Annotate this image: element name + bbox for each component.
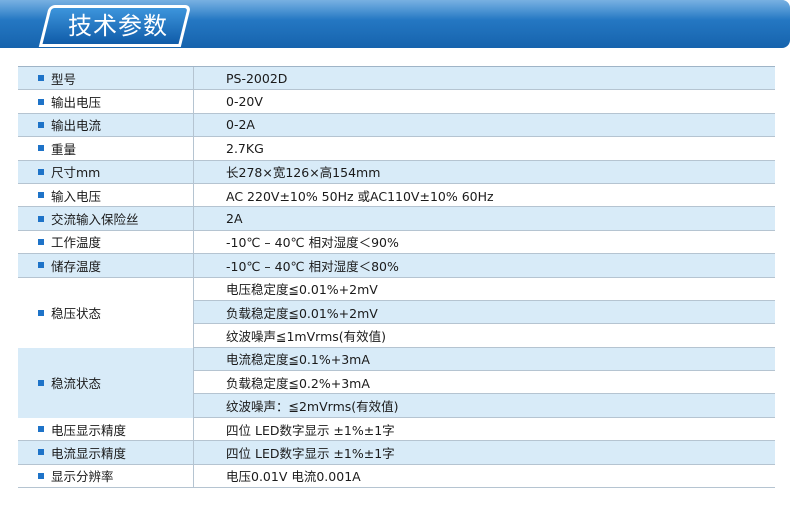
bullet-icon bbox=[38, 75, 44, 82]
bullet-icon bbox=[38, 168, 44, 175]
spec-label: 输入电压 bbox=[18, 183, 194, 207]
spec-row-size: 尺寸mm 长278×宽126×高154mm bbox=[18, 160, 775, 184]
spec-row-voltage-display-accuracy: 电压显示精度 四位 LED数字显示 ±1%±1字 bbox=[18, 417, 775, 442]
spec-label: 储存温度 bbox=[18, 254, 194, 277]
spec-value: 2A bbox=[226, 211, 243, 227]
group-label: 稳压状态 bbox=[18, 277, 194, 348]
spec-row-current-display-accuracy: 电流显示精度 四位 LED数字显示 ±1%±1字 bbox=[18, 441, 775, 465]
spec-label: 输出电流 bbox=[18, 113, 194, 137]
spec-value: 负载稳定度≦0.01%+2mV bbox=[226, 305, 378, 321]
spec-value: 0-20V bbox=[226, 94, 263, 110]
spec-label-text: 显示分辨率 bbox=[51, 469, 114, 485]
spec-label: 显示分辨率 bbox=[18, 464, 194, 488]
spec-label-text: 型号 bbox=[51, 71, 77, 87]
spec-value: -10℃ – 40℃ 相对湿度＜90% bbox=[226, 235, 399, 251]
spec-row-fuse: 交流输入保险丝 2A bbox=[18, 207, 775, 231]
spec-label-text: 交流输入保险丝 bbox=[51, 212, 139, 228]
spec-label: 电压显示精度 bbox=[18, 417, 194, 441]
spec-group-voltage-stability: 稳压状态 电压稳定度≦0.01%+2mV 负载稳定度≦0.01%+2mV 纹波噪… bbox=[18, 277, 775, 348]
spec-label-text: 输出电流 bbox=[51, 118, 102, 134]
spec-label: 交流输入保险丝 bbox=[18, 207, 194, 230]
spec-value: 2.7KG bbox=[226, 140, 264, 156]
bullet-icon bbox=[38, 98, 44, 105]
bullet-icon bbox=[38, 449, 44, 456]
spec-value: 电压0.01V 电流0.001A bbox=[226, 469, 361, 485]
spec-value: 四位 LED数字显示 ±1%±1字 bbox=[226, 445, 395, 461]
spec-row-operating-temp: 工作温度 -10℃ – 40℃ 相对湿度＜90% bbox=[18, 230, 775, 255]
spec-row-input-voltage: 输入电压 AC 220V±10% 50Hz 或AC110V±10% 60Hz bbox=[18, 183, 775, 208]
bullet-icon bbox=[38, 215, 44, 222]
bullet-icon bbox=[38, 192, 44, 199]
bullet-icon bbox=[38, 145, 44, 152]
bullet-icon bbox=[38, 426, 44, 433]
group-label: 稳流状态 bbox=[18, 347, 194, 418]
spec-label-text: 重量 bbox=[51, 141, 77, 157]
spec-table: 型号 PS-2002D 输出电压 0-20V 输出电流 0-2A 重量 2.7K… bbox=[18, 66, 775, 489]
spec-value: 0-2A bbox=[226, 117, 255, 133]
page-title: 技术参数 bbox=[68, 12, 168, 40]
spec-label-text: 电压显示精度 bbox=[51, 422, 127, 438]
spec-row-model: 型号 PS-2002D bbox=[18, 67, 775, 91]
spec-value: 四位 LED数字显示 ±1%±1字 bbox=[226, 422, 395, 438]
spec-value: -10℃ – 40℃ 相对湿度＜80% bbox=[226, 258, 399, 274]
spec-row-storage-temp: 储存温度 -10℃ – 40℃ 相对湿度＜80% bbox=[18, 254, 775, 278]
spec-value: 长278×宽126×高154mm bbox=[226, 165, 381, 181]
spec-value: PS-2002D bbox=[226, 70, 288, 86]
bullet-icon bbox=[38, 238, 44, 245]
spec-value: 电压稳定度≦0.01%+2mV bbox=[226, 282, 378, 298]
bullet-icon bbox=[38, 309, 44, 316]
spec-value: 纹波噪声：≦2mVrms(有效值) bbox=[226, 399, 399, 415]
spec-label: 输出电压 bbox=[18, 90, 194, 113]
spec-group-current-stability: 稳流状态 电流稳定度≦0.1%+3mA 负载稳定度≦0.2%+3mA 纹波噪声：… bbox=[18, 347, 775, 418]
bullet-icon bbox=[38, 472, 44, 479]
spec-label-text: 输出电压 bbox=[51, 95, 102, 111]
spec-label-text: 储存温度 bbox=[51, 258, 102, 274]
spec-row-display-resolution: 显示分辨率 电压0.01V 电流0.001A bbox=[18, 464, 775, 489]
spec-label: 型号 bbox=[18, 67, 194, 90]
bullet-icon bbox=[38, 379, 44, 386]
group-label-text: 稳流状态 bbox=[51, 376, 102, 392]
group-label-text: 稳压状态 bbox=[51, 306, 102, 322]
spec-value: 纹波噪声≦1mVrms(有效值) bbox=[226, 328, 387, 344]
spec-label-text: 电流显示精度 bbox=[51, 445, 127, 461]
spec-row-output-current: 输出电流 0-2A bbox=[18, 113, 775, 138]
spec-label: 重量 bbox=[18, 137, 194, 160]
spec-label: 电流显示精度 bbox=[18, 441, 194, 464]
spec-value: 负载稳定度≦0.2%+3mA bbox=[226, 375, 370, 391]
spec-label-text: 工作温度 bbox=[51, 235, 102, 251]
bullet-icon bbox=[38, 121, 44, 128]
spec-label: 尺寸mm bbox=[18, 160, 194, 183]
spec-value: 电流稳定度≦0.1%+3mA bbox=[226, 352, 370, 368]
spec-value: AC 220V±10% 50Hz 或AC110V±10% 60Hz bbox=[226, 188, 494, 204]
spec-row-output-voltage: 输出电压 0-20V bbox=[18, 90, 775, 114]
spec-label-text: 尺寸mm bbox=[51, 165, 101, 181]
bullet-icon bbox=[38, 262, 44, 269]
spec-label-text: 输入电压 bbox=[51, 188, 102, 204]
spec-row-weight: 重量 2.7KG bbox=[18, 137, 775, 161]
spec-label: 工作温度 bbox=[18, 230, 194, 254]
